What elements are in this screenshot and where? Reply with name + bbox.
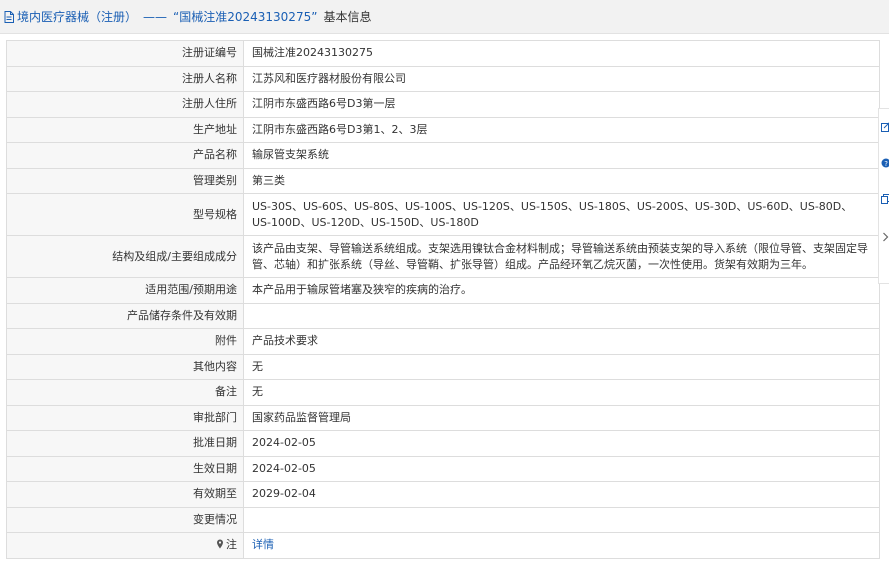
table-row: 审批部门 国家药品监督管理局	[6, 404, 880, 431]
row-value: 国家药品监督管理局	[243, 404, 880, 431]
row-value	[243, 302, 880, 329]
table-row: 适用范围/预期用途 本产品用于输尿管堵塞及狭窄的疾病的治疗。	[6, 277, 880, 304]
table-row: 有效期至 2029-02-04	[6, 481, 880, 508]
row-value: 产品技术要求	[243, 328, 880, 355]
table-row: 批准日期 2024-02-05	[6, 430, 880, 457]
edit-icon[interactable]	[881, 121, 889, 133]
note-label: 注	[226, 538, 237, 552]
row-label: 变更情况	[6, 506, 244, 533]
row-label: 注册证编号	[6, 40, 244, 67]
row-value	[243, 506, 880, 533]
table-row: 注册证编号 国械注准20243130275	[6, 40, 880, 67]
table-row: 注 详情	[6, 532, 880, 559]
table-row: 变更情况	[6, 506, 880, 533]
table-row: 备注 无	[6, 379, 880, 406]
side-toolbar: ?	[878, 108, 889, 284]
table-row: 其他内容 无	[6, 353, 880, 380]
row-value: 江苏风和医疗器材股份有限公司	[243, 65, 880, 92]
row-value: 该产品由支架、导管输送系统组成。支架选用镍钛合金材料制成；导管输送系统由预装支架…	[243, 235, 880, 278]
header-separator: ——	[143, 9, 168, 24]
row-label: 产品储存条件及有效期	[6, 302, 244, 329]
row-label: 管理类别	[6, 167, 244, 194]
row-value: 2029-02-04	[243, 481, 880, 508]
table-row: 生效日期 2024-02-05	[6, 455, 880, 482]
note-value: 详情	[243, 532, 880, 559]
row-value: 输尿管支架系统	[243, 142, 880, 169]
table-row: 型号规格 US-30S、US-60S、US-80S、US-100S、US-120…	[6, 193, 880, 236]
table-row: 产品储存条件及有效期	[6, 302, 880, 329]
table-row: 结构及组成/主要组成成分 该产品由支架、导管输送系统组成。支架选用镍钛合金材料制…	[6, 235, 880, 278]
details-link[interactable]: 详情	[252, 538, 274, 551]
info-table: 注册证编号 国械注准20243130275 注册人名称 江苏风和医疗器材股份有限…	[6, 40, 880, 559]
pin-icon	[216, 538, 224, 549]
row-value: 2024-02-05	[243, 455, 880, 482]
row-value: 2024-02-05	[243, 430, 880, 457]
table-row: 管理类别 第三类	[6, 167, 880, 194]
row-label: 有效期至	[6, 481, 244, 508]
svg-text:?: ?	[884, 160, 888, 168]
row-value: 第三类	[243, 167, 880, 194]
category-link[interactable]: 境内医疗器械（注册）	[17, 8, 137, 25]
row-value: 无	[243, 379, 880, 406]
row-label: 批准日期	[6, 430, 244, 457]
row-label: 生效日期	[6, 455, 244, 482]
help-icon[interactable]: ?	[881, 157, 889, 169]
table-row: 产品名称 输尿管支架系统	[6, 142, 880, 169]
row-label: 注册人住所	[6, 91, 244, 118]
table-row: 注册人名称 江苏风和医疗器材股份有限公司	[6, 65, 880, 92]
registration-number-title: “国械注准20243130275”	[173, 10, 318, 24]
copy-icon[interactable]	[881, 193, 889, 205]
table-row: 生产地址 江阴市东盛西路6号D3第1、2、3层	[6, 116, 880, 143]
row-label: 适用范围/预期用途	[6, 277, 244, 304]
row-label: 产品名称	[6, 142, 244, 169]
note-label-cell: 注	[6, 532, 244, 559]
row-label: 注册人名称	[6, 65, 244, 92]
row-label: 备注	[6, 379, 244, 406]
row-label: 附件	[6, 328, 244, 355]
row-value: 国械注准20243130275	[243, 40, 880, 67]
table-row: 注册人住所 江阴市东盛西路6号D3第一层	[6, 91, 880, 118]
row-value: 本产品用于输尿管堵塞及狭窄的疾病的治疗。	[243, 277, 880, 304]
row-value: 江阴市东盛西路6号D3第1、2、3层	[243, 116, 880, 143]
row-label: 生产地址	[6, 116, 244, 143]
page-header: 境内医疗器械（注册） —— “国械注准20243130275” 基本信息	[0, 0, 889, 34]
row-label: 其他内容	[6, 353, 244, 380]
row-label: 型号规格	[6, 193, 244, 236]
row-label: 结构及组成/主要组成成分	[6, 235, 244, 278]
document-icon	[4, 10, 14, 23]
header-suffix: 基本信息	[323, 10, 372, 24]
row-value: US-30S、US-60S、US-80S、US-100S、US-120S、US-…	[243, 193, 880, 236]
row-value: 无	[243, 353, 880, 380]
row-value: 江阴市东盛西路6号D3第一层	[243, 91, 880, 118]
table-row: 附件 产品技术要求	[6, 328, 880, 355]
chevron-right-icon[interactable]	[881, 231, 889, 243]
row-label: 审批部门	[6, 404, 244, 431]
